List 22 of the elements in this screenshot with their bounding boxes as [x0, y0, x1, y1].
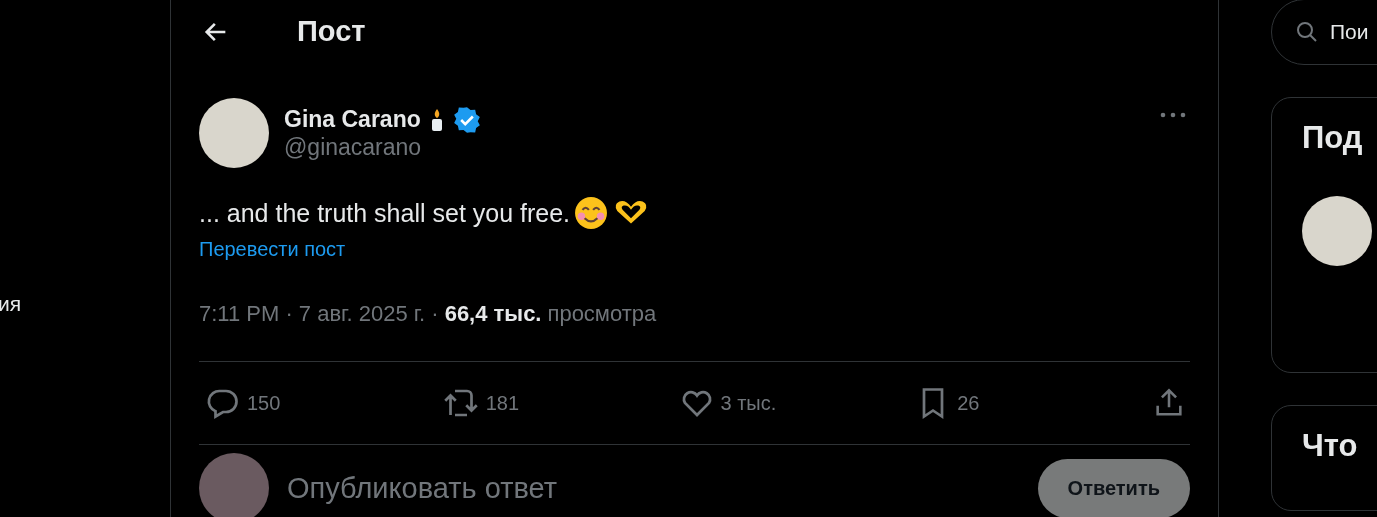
reply-input[interactable]: Опубликовать ответ: [285, 470, 1022, 506]
view-count: 66,4 тыс.: [444, 301, 542, 327]
action-count: 181: [485, 391, 520, 415]
action-count: 26: [957, 391, 980, 415]
smiling-face-icon: [574, 196, 609, 230]
search-icon: [1295, 20, 1319, 44]
nav-item[interactable]: ия: [0, 292, 22, 315]
post-text: ... and the truth shall set you free.: [199, 198, 571, 228]
more-options-icon[interactable]: [1160, 112, 1186, 118]
author-handle[interactable]: @ginacarano: [284, 133, 1145, 161]
translate-link[interactable]: Перевести пост: [199, 238, 346, 261]
action-count: 150: [247, 391, 281, 415]
card-title: Что: [1302, 428, 1359, 464]
card-title: Под: [1302, 120, 1364, 156]
user-avatar[interactable]: [199, 453, 269, 517]
author-name[interactable]: Gina Carano: [284, 106, 421, 133]
page-title: Пост: [297, 15, 366, 48]
action-count: 3 тыс.: [720, 391, 777, 415]
views-label: просмотра: [547, 301, 657, 327]
search-field[interactable]: Пои: [1271, 0, 1377, 65]
post-timestamp[interactable]: 7:11 PM · 7 авг. 2025 г. ·: [199, 301, 439, 327]
reply-button[interactable]: Ответить: [1037, 458, 1190, 517]
